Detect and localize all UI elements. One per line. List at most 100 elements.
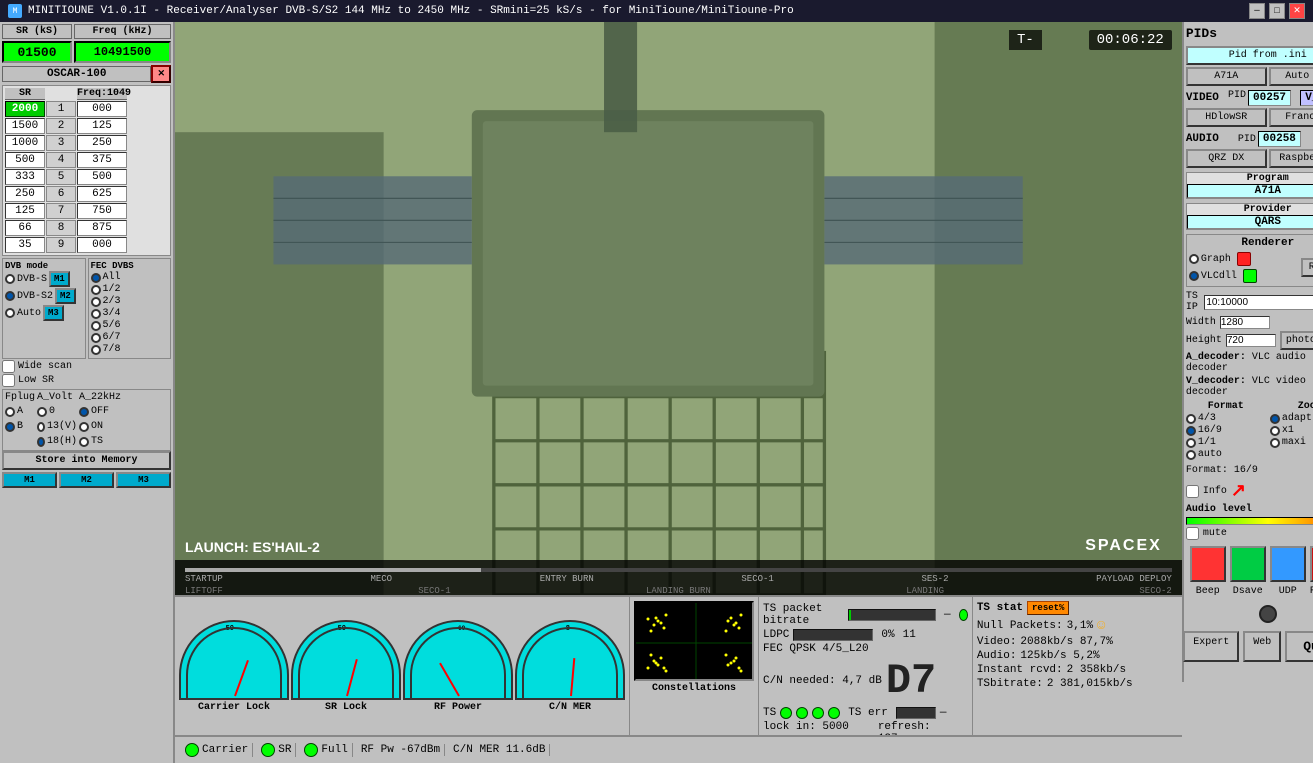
sr-125[interactable]: 125	[5, 203, 45, 219]
zoom-x1-radio[interactable]	[1270, 426, 1280, 436]
sr-35[interactable]: 35	[5, 237, 45, 253]
khz-on-radio[interactable]	[79, 422, 89, 432]
mute-checkbox[interactable]	[1186, 527, 1199, 540]
fec-56-radio[interactable]	[91, 321, 101, 331]
reset-btn[interactable]: reset%	[1027, 601, 1069, 615]
volt-0-radio[interactable]	[37, 407, 47, 417]
udp-button[interactable]	[1270, 546, 1306, 582]
low-sr-checkbox[interactable]	[2, 374, 15, 387]
ts-ip-input[interactable]	[1204, 295, 1313, 310]
fplug-a-radio[interactable]	[5, 407, 15, 417]
auto-pid-btn[interactable]: Auto PID	[1269, 67, 1313, 86]
quit-btn[interactable]: Quit	[1285, 631, 1313, 662]
m2-btn[interactable]: M2	[55, 288, 76, 304]
f169-radio[interactable]	[1186, 426, 1196, 436]
expert-btn[interactable]: Expert	[1183, 631, 1239, 662]
fec-23-radio[interactable]	[91, 297, 101, 307]
mem-m1-btn[interactable]: M1	[2, 472, 57, 488]
wide-scan-checkbox[interactable]	[2, 360, 15, 373]
fplug-b-radio[interactable]	[5, 422, 15, 432]
graph-radio[interactable]	[1189, 254, 1199, 264]
sr-333[interactable]: 333	[5, 169, 45, 185]
hdlowsr-btn[interactable]: HDlowSR	[1186, 108, 1267, 127]
zoom-adapt-radio[interactable]	[1270, 414, 1280, 424]
sr-freq-values: 01500 10491500	[2, 41, 171, 63]
sr-1500[interactable]: 1500	[5, 118, 45, 134]
sr-250[interactable]: 250	[5, 186, 45, 202]
width-input[interactable]	[1220, 316, 1270, 329]
volt-13v-row: 13(V)	[37, 421, 77, 432]
window-controls: ─ □ ✕	[1249, 3, 1305, 19]
raspberryp-btn[interactable]: RaspberryP	[1269, 149, 1313, 168]
fec-all-radio[interactable]	[91, 273, 101, 283]
sr-1000[interactable]: 1000	[5, 135, 45, 151]
fn-1: 1	[46, 101, 76, 117]
height-input[interactable]	[1226, 334, 1276, 347]
volume-knob[interactable]	[1259, 605, 1277, 623]
dvbs2-radio[interactable]	[5, 291, 15, 301]
france24-btn[interactable]: France24	[1269, 108, 1313, 127]
photo-btn[interactable]: photo	[1280, 331, 1313, 350]
dvbs-radio[interactable]	[5, 274, 15, 284]
sr-freq-labels: SR (kS) Freq (kHz)	[2, 24, 171, 39]
mem-m2-btn[interactable]: M2	[59, 472, 114, 488]
mute-label: mute	[1203, 528, 1227, 539]
sr-input[interactable]: 01500	[2, 41, 72, 63]
fv-125[interactable]: 125	[77, 118, 127, 134]
f43-radio[interactable]	[1186, 414, 1196, 424]
maximize-button[interactable]: □	[1269, 3, 1285, 19]
m1-btn[interactable]: M1	[49, 271, 70, 287]
fv-625[interactable]: 625	[77, 186, 127, 202]
zoom-header: Zoom	[1270, 401, 1313, 412]
fec-12-radio[interactable]	[91, 285, 101, 295]
oscar-close-btn[interactable]: ✕	[151, 65, 171, 83]
graph-label: Graph	[1201, 254, 1231, 265]
close-button[interactable]: ✕	[1289, 3, 1305, 19]
zoom-maxi-radio[interactable]	[1270, 438, 1280, 448]
web-btn[interactable]: Web	[1243, 631, 1281, 662]
fauto-radio[interactable]	[1186, 450, 1196, 460]
sr-status-label: SR	[278, 744, 291, 756]
pl-meco: MECO	[370, 574, 392, 584]
carrier-lock-gauge-face: 0 50 100	[179, 620, 289, 700]
fv-000-2[interactable]: 000	[77, 237, 127, 253]
minimize-button[interactable]: ─	[1249, 3, 1265, 19]
freq-input[interactable]: 10491500	[74, 41, 171, 63]
fv-750[interactable]: 750	[77, 203, 127, 219]
f11-radio[interactable]	[1186, 438, 1196, 448]
volt-18h-radio[interactable]	[37, 437, 45, 447]
sr-500[interactable]: 500	[5, 152, 45, 168]
store-memory-btn[interactable]: Store into Memory	[2, 451, 171, 470]
f43-label: 4/3	[1198, 413, 1216, 424]
volt-13v-radio[interactable]	[37, 422, 45, 432]
pid-from-ini-btn[interactable]: Pid from .ini	[1186, 46, 1313, 65]
sg-100: 100	[383, 625, 396, 633]
fv-500[interactable]: 500	[77, 169, 127, 185]
fplug-a-row: A	[5, 406, 35, 417]
reset-renderer-btn[interactable]: Reset	[1301, 258, 1313, 277]
mem-m3-btn[interactable]: M3	[116, 472, 171, 488]
fauto-row: auto	[1186, 449, 1266, 460]
fec-78-radio[interactable]	[91, 345, 101, 355]
fv-375[interactable]: 375	[77, 152, 127, 168]
khz-off-radio[interactable]	[79, 407, 89, 417]
sr-2000[interactable]: 2000	[5, 101, 45, 117]
vlcdll-radio[interactable]	[1189, 271, 1199, 281]
auto-radio[interactable]	[5, 308, 15, 318]
fec-23-label: 2/3	[103, 296, 121, 307]
fv-000-1[interactable]: 000	[77, 101, 127, 117]
fec-67-radio[interactable]	[91, 333, 101, 343]
qrzdx-btn[interactable]: QRZ DX	[1186, 149, 1267, 168]
m3-btn[interactable]: M3	[43, 305, 64, 321]
fv-250[interactable]: 250	[77, 135, 127, 151]
sr-66[interactable]: 66	[5, 220, 45, 236]
progress-fill	[185, 568, 481, 572]
beep-button[interactable]	[1190, 546, 1226, 582]
khz-ts-radio[interactable]	[79, 437, 89, 447]
a71a-btn[interactable]: A71A	[1186, 67, 1267, 86]
fec-34-radio[interactable]	[91, 309, 101, 319]
pl-startup: STARTUP	[185, 574, 223, 584]
fv-875[interactable]: 875	[77, 220, 127, 236]
info-checkbox[interactable]	[1186, 485, 1199, 498]
dsave-button[interactable]	[1230, 546, 1266, 582]
